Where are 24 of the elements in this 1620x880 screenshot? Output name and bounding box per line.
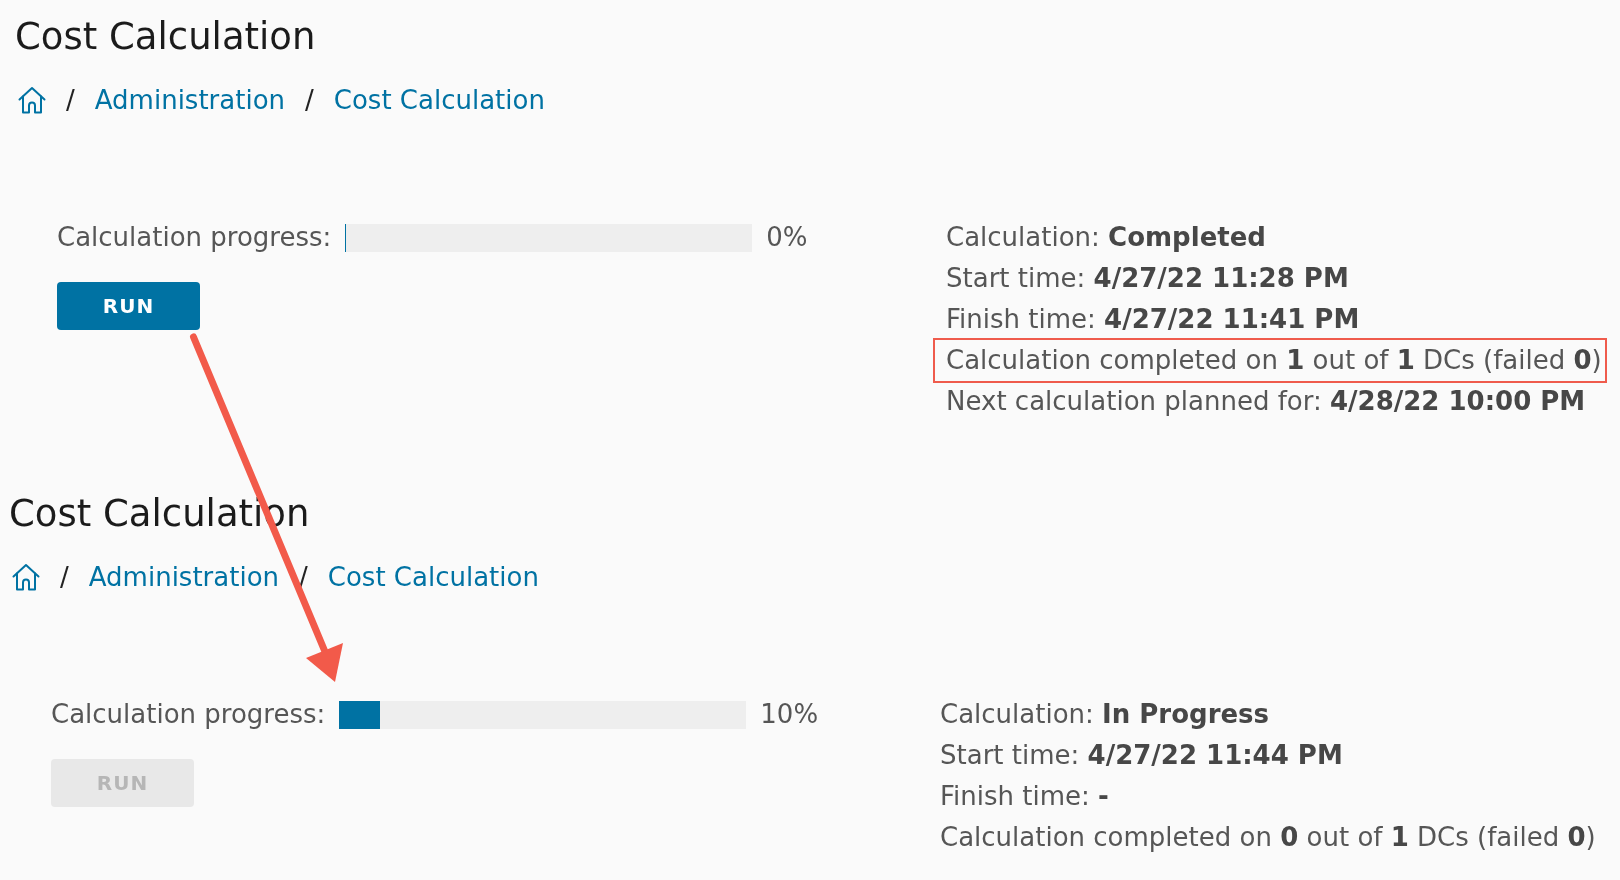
status-line: Calculation: Completed <box>946 221 1266 254</box>
status-line: Calculation completed on 0 out of 1 DCs (failed 0) <box>940 821 1596 854</box>
breadcrumb-link[interactable]: Administration <box>94 80 286 120</box>
progress-percent: 0% <box>766 221 808 254</box>
breadcrumb-link[interactable]: Administration <box>88 557 280 597</box>
run-button[interactable]: RUN <box>57 282 200 330</box>
breadcrumb-link[interactable]: Cost Calculation <box>333 80 545 120</box>
home-icon[interactable] <box>12 563 40 591</box>
breadcrumb-separator: / <box>305 83 314 117</box>
status-line: Start time: 4/27/22 11:44 PM <box>940 739 1343 772</box>
breadcrumb-link[interactable]: Cost Calculation <box>327 557 539 597</box>
status-line: Calculation: In Progress <box>940 698 1270 731</box>
page-title: Cost Calculation <box>15 14 316 60</box>
status-line: Calculation completed on 1 out of 1 DCs (failed 0) <box>946 344 1602 377</box>
status-line: Finish time: 4/27/22 11:41 PM <box>946 303 1360 336</box>
status-line: Finish time: - <box>940 780 1109 813</box>
breadcrumb-separator: / <box>66 83 75 117</box>
progress-label: Calculation progress: <box>51 698 326 731</box>
status-line: Next calculation planned for: 4/28/22 10:00 PM <box>946 385 1586 418</box>
home-icon[interactable] <box>18 86 46 114</box>
breadcrumb-separator: / <box>60 560 69 594</box>
progress-percent: 10% <box>760 698 819 731</box>
progress-label: Calculation progress: <box>57 221 332 254</box>
status-line: Start time: 4/27/22 11:28 PM <box>946 262 1349 295</box>
